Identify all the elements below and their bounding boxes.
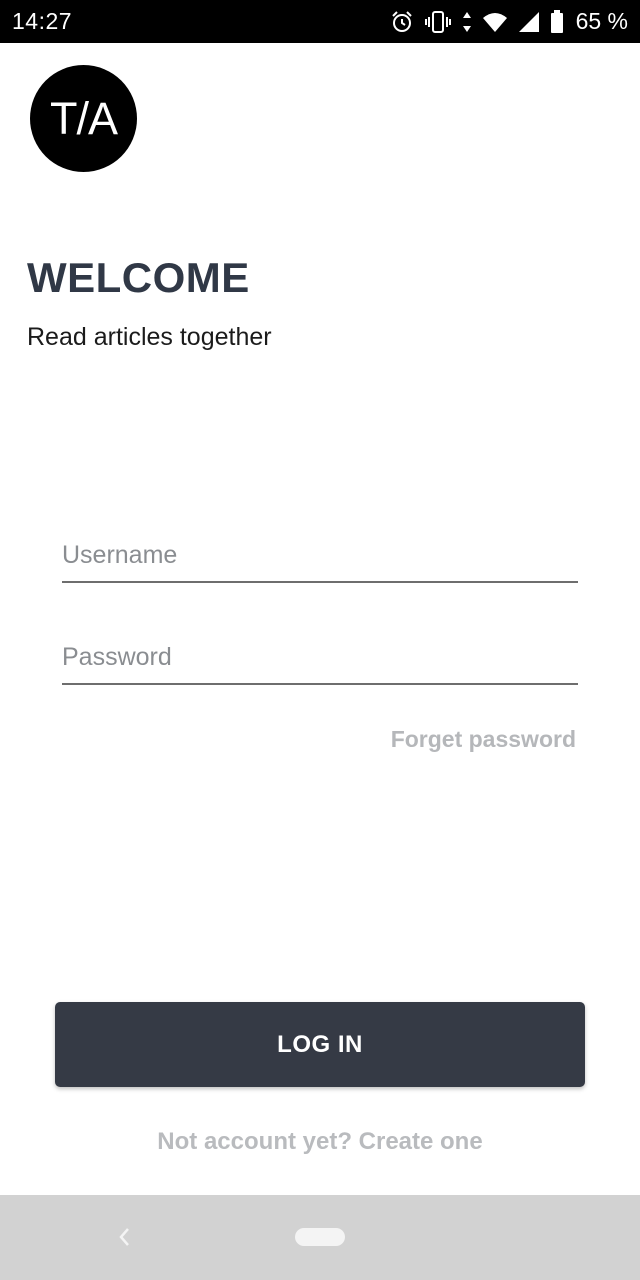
battery-percentage: 65 % (575, 8, 628, 34)
battery-icon (550, 9, 564, 34)
status-bar: 14:27 65 % (0, 0, 640, 43)
app-logo: T/A (30, 65, 137, 172)
home-pill-icon[interactable] (295, 1228, 345, 1246)
page-title: WELCOME (27, 254, 250, 301)
vibrate-icon (424, 10, 452, 34)
login-screen: 14:27 65 % T/A WELCOME Read articles tog… (0, 0, 640, 1280)
signal-icon (518, 11, 540, 33)
password-input[interactable] (62, 639, 578, 685)
logo-text: T/A (49, 92, 118, 144)
status-time: 14:27 (12, 8, 73, 34)
data-arrows-icon (462, 10, 472, 34)
alarm-icon (390, 10, 414, 34)
forget-password-link[interactable]: Forget password (391, 726, 576, 753)
username-input[interactable] (62, 537, 578, 583)
back-icon[interactable] (110, 1223, 138, 1251)
page-subtitle: Read articles together (27, 323, 272, 351)
navigation-bar (0, 1195, 640, 1280)
status-icons: 65 % (390, 8, 628, 35)
wifi-icon (482, 11, 508, 33)
login-button[interactable]: LOG IN (55, 1002, 585, 1087)
create-account-link[interactable]: Not account yet? Create one (0, 1128, 640, 1156)
